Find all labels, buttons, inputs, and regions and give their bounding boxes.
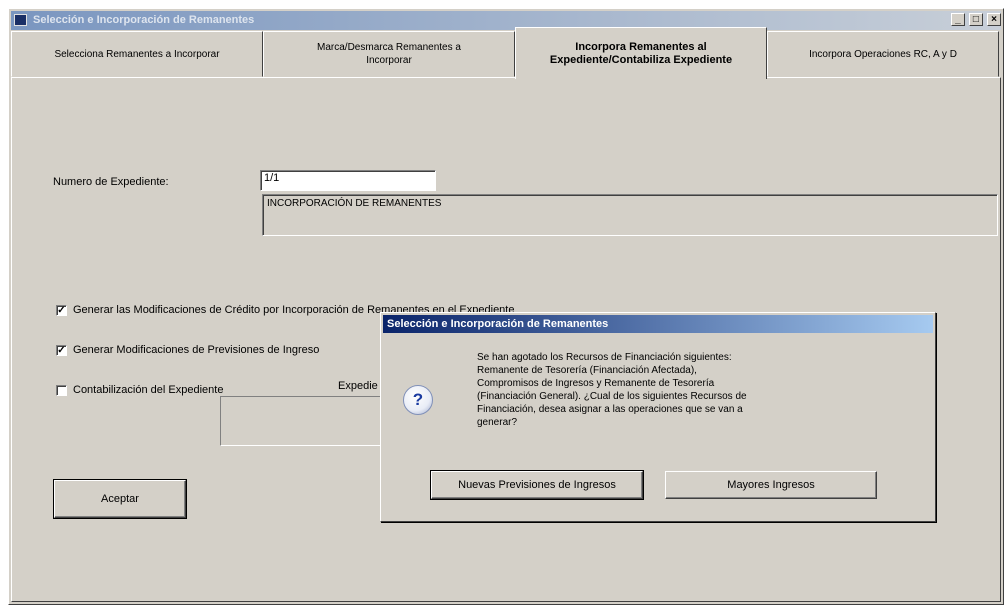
nuevas-previsiones-button[interactable]: Nuevas Previsiones de Ingresos: [430, 470, 644, 500]
check-label: Generar Modificaciones de Previsiones de…: [73, 344, 320, 356]
dialog-title[interactable]: Selección e Incorporación de Remanentes: [383, 315, 933, 333]
tab-label: Incorpora Remanentes al Expediente/Conta…: [549, 40, 733, 66]
message-line: Compromisos de Ingresos y Remanente de T…: [477, 378, 715, 389]
tab-label: Selecciona Remanentes a Incorporar: [54, 48, 220, 60]
check-previsiones-ingreso[interactable]: ✓ Generar Modificaciones de Previsiones …: [56, 344, 319, 356]
maximize-button[interactable]: □: [968, 13, 983, 26]
mayores-ingresos-button[interactable]: Mayores Ingresos: [665, 471, 877, 499]
checkbox-checked[interactable]: ✓: [56, 344, 67, 356]
accept-button[interactable]: Aceptar: [53, 479, 187, 519]
window-title: Selección e Incorporación de Remanentes: [33, 14, 255, 26]
expediente-group-label: Expedie: [338, 380, 378, 392]
checkbox-unchecked[interactable]: [56, 384, 67, 396]
tab-incorpora-operaciones[interactable]: Incorpora Operaciones RC, A y D: [767, 31, 999, 77]
app-icon: [14, 14, 27, 26]
title-bar[interactable]: Selección e Incorporación de Remanentes …: [11, 11, 1001, 30]
message-line: Se han agotado los Recursos de Financiac…: [477, 352, 732, 363]
expediente-description: INCORPORACIÓN DE REMANENTES: [262, 194, 998, 236]
message-line: generar?: [477, 417, 518, 428]
checkbox-checked[interactable]: ✓: [56, 304, 67, 316]
expediente-input[interactable]: 1/1: [260, 170, 436, 191]
message-line: (Financiación General). ¿Cual de los sig…: [477, 391, 747, 402]
minimize-button[interactable]: _: [950, 13, 965, 26]
question-icon: ?: [403, 385, 433, 415]
tab-label: Marca/Desmarca Remanentes a Incorporar: [317, 42, 461, 66]
expediente-label: Numero de Expediente:: [53, 176, 169, 188]
check-label: Contabilización del Expediente: [73, 384, 224, 396]
expediente-group: [220, 396, 400, 446]
dialog-message: Se han agotado los Recursos de Financiac…: [477, 351, 877, 429]
tab-incorpora-remanentes[interactable]: Incorpora Remanentes al Expediente/Conta…: [515, 27, 767, 79]
message-line: Financiación, desea asignar a las operac…: [477, 404, 743, 415]
confirmation-dialog: Selección e Incorporación de Remanentes …: [380, 312, 936, 522]
tab-marca-desmarca[interactable]: Marca/Desmarca Remanentes a Incorporar: [263, 31, 515, 77]
window-controls: _ □ ×: [950, 13, 1001, 26]
tab-selecciona-remanentes[interactable]: Selecciona Remanentes a Incorporar: [11, 31, 263, 77]
message-line: Remanente de Tesorería (Financiación Afe…: [477, 365, 697, 376]
close-button[interactable]: ×: [987, 13, 1001, 26]
tab-label: Incorpora Operaciones RC, A y D: [809, 48, 957, 60]
check-contabilizacion[interactable]: Contabilización del Expediente: [56, 384, 223, 396]
